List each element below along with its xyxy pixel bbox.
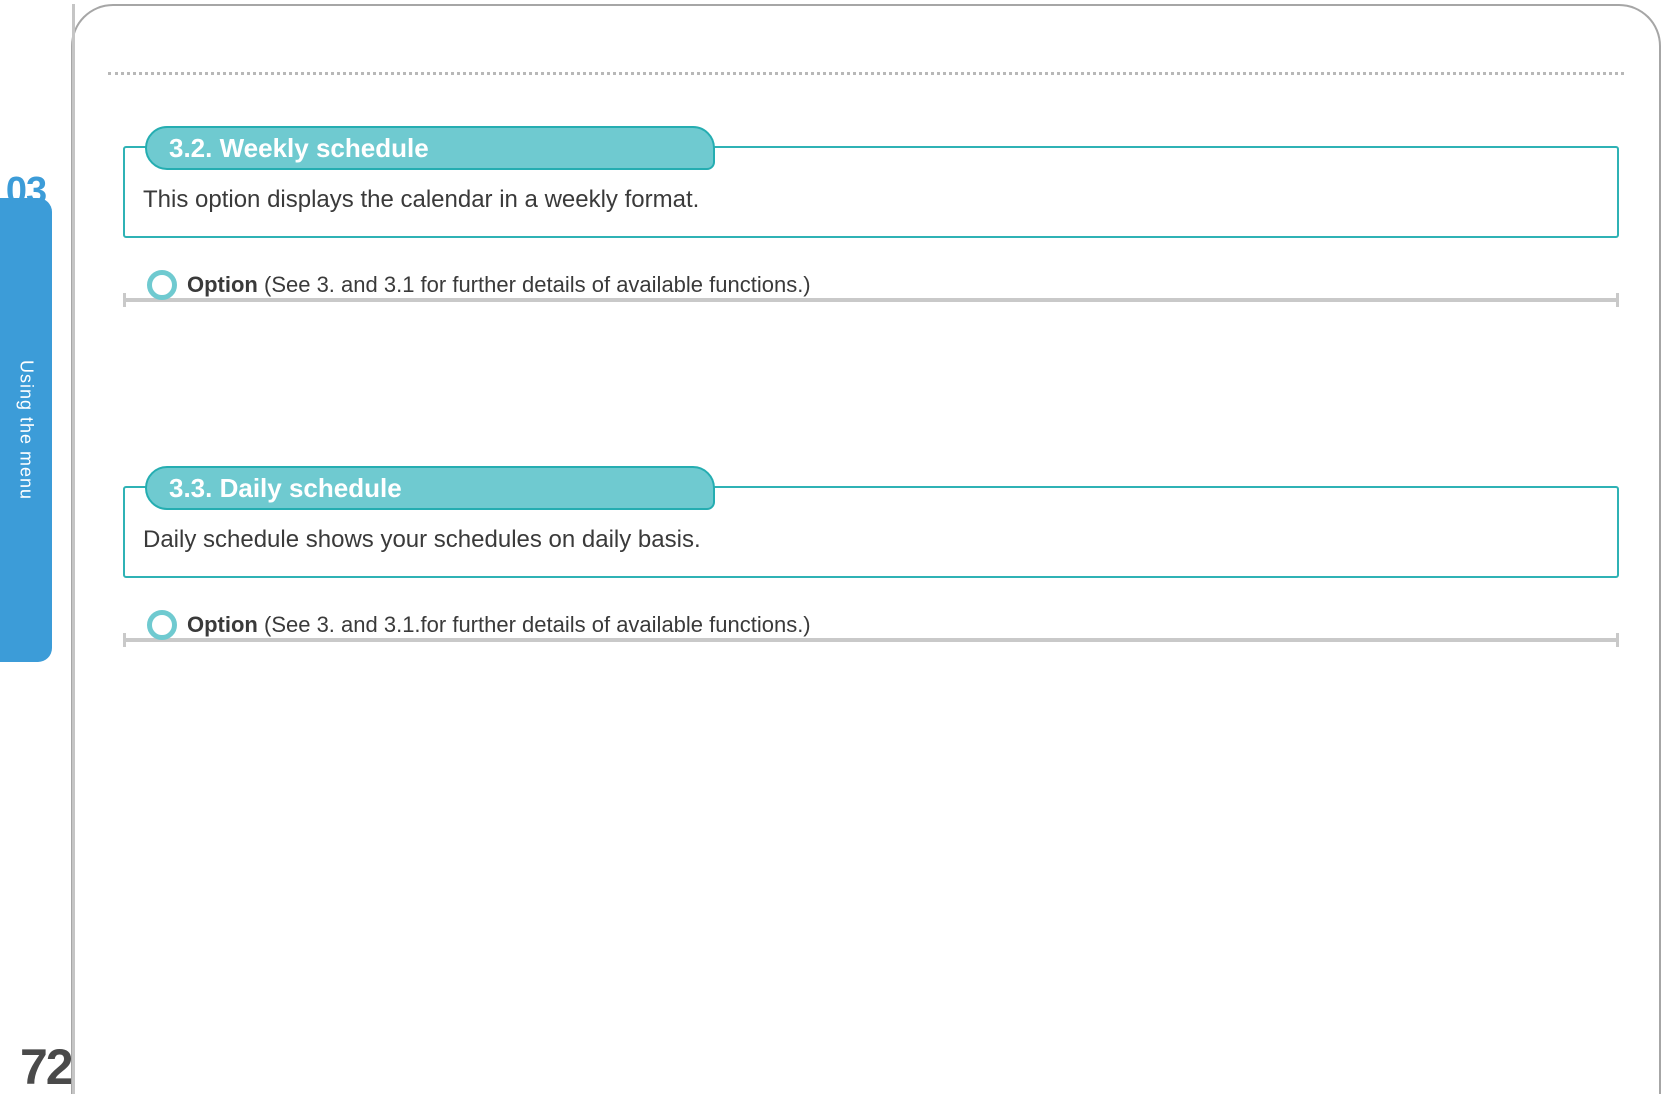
option-underline	[123, 638, 1619, 642]
section-heading-pill: 3.3. Daily schedule	[145, 466, 715, 510]
callout-box: 3.2. Weekly schedule This option display…	[123, 146, 1619, 238]
section-daily-schedule: 3.3. Daily schedule Daily schedule shows…	[123, 486, 1619, 650]
callout-box: 3.3. Daily schedule Daily schedule shows…	[123, 486, 1619, 578]
option-underline	[123, 298, 1619, 302]
option-note: (See 3. and 3.1.for further details of a…	[258, 612, 811, 637]
section-weekly-schedule: 3.2. Weekly schedule This option display…	[123, 146, 1619, 310]
section-body: Daily schedule shows your schedules on d…	[143, 526, 701, 553]
option-text: Option (See 3. and 3.1 for further detai…	[187, 272, 811, 298]
magnifier-icon	[147, 610, 177, 640]
left-margin-rule	[72, 4, 75, 1094]
side-tab-label: Using the menu	[16, 360, 37, 500]
magnifier-icon	[147, 270, 177, 300]
page-number: 72	[20, 1038, 72, 1096]
option-label: Option	[187, 272, 258, 297]
page-frame: 3.2. Weekly schedule This option display…	[71, 4, 1661, 1094]
chapter-number: 03	[0, 170, 52, 212]
side-tab: Using the menu	[0, 198, 52, 662]
section-body: This option displays the calendar in a w…	[143, 186, 699, 213]
section-heading-pill: 3.2. Weekly schedule	[145, 126, 715, 170]
option-label: Option	[187, 612, 258, 637]
option-row: Option (See 3. and 3.1.for further detai…	[123, 606, 1619, 650]
option-text: Option (See 3. and 3.1.for further detai…	[187, 612, 811, 638]
option-row: Option (See 3. and 3.1 for further detai…	[123, 266, 1619, 310]
option-note: (See 3. and 3.1 for further details of a…	[258, 272, 811, 297]
dotted-divider	[108, 72, 1624, 75]
